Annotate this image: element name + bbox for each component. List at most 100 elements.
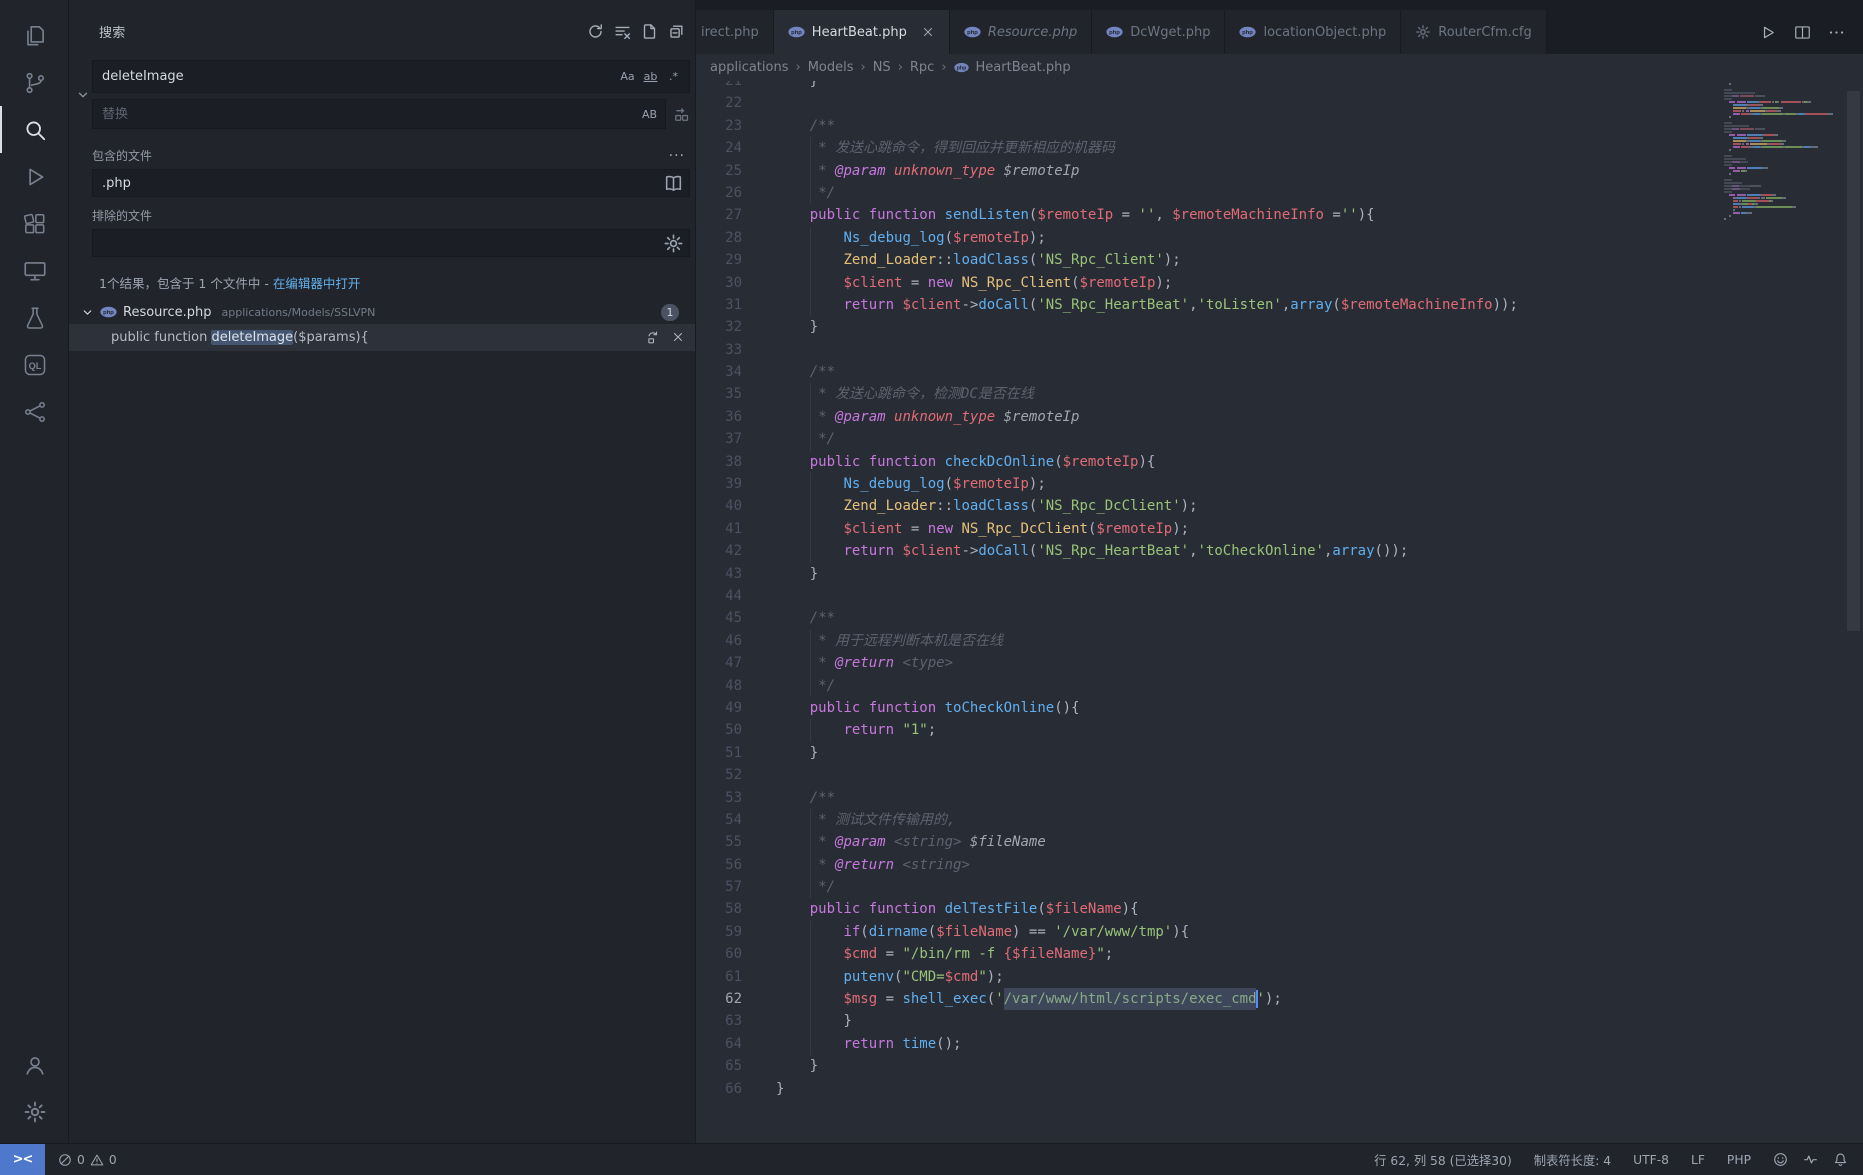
code-line[interactable]: 44 — [696, 585, 1863, 607]
code-line[interactable]: 36 * @param unknown_type $remoteIp — [696, 406, 1863, 428]
activity-bar-item-flow-graph[interactable] — [0, 388, 68, 435]
open-in-editor-link[interactable]: 在编辑器中打开 — [273, 276, 361, 291]
search-open-editors-icon[interactable] — [663, 173, 684, 194]
dismiss-match-icon[interactable] — [671, 330, 685, 344]
code-line[interactable]: 57 */ — [696, 876, 1863, 898]
code-line[interactable]: 63 } — [696, 1010, 1863, 1032]
code-line[interactable]: 24 * 发送心跳命令，得到回应并更新相应的机器码 — [696, 137, 1863, 159]
code-line[interactable]: 45 /** — [696, 607, 1863, 629]
code-line[interactable]: 27 public function sendListen($remoteIp … — [696, 204, 1863, 226]
regex-icon[interactable]: .* — [663, 66, 684, 87]
tab-RouterCfm.cfg[interactable]: RouterCfm.cfg — [1401, 10, 1547, 54]
code-line[interactable]: 32 } — [696, 316, 1863, 338]
breadcrumb-item[interactable]: applications — [710, 60, 788, 75]
code-line[interactable]: 53 /** — [696, 787, 1863, 809]
code-line[interactable]: 50 return "1"; — [696, 719, 1863, 741]
activity-pulse-icon[interactable] — [1803, 1152, 1818, 1167]
activity-bar-item-extensions[interactable] — [0, 200, 68, 247]
code-line[interactable]: 59 if(dirname($fileName) == '/var/www/tm… — [696, 921, 1863, 943]
tab-HeartBeat.php[interactable]: phpHeartBeat.php — [774, 10, 950, 54]
code-line[interactable]: 65 } — [696, 1055, 1863, 1077]
code-line[interactable]: 55 * @param <string> $fileName — [696, 831, 1863, 853]
eol-status[interactable]: LF — [1691, 1153, 1705, 1167]
replace-match-icon[interactable] — [646, 330, 661, 345]
clear-search-results-icon[interactable] — [614, 23, 631, 40]
breadcrumb-item[interactable]: Models — [808, 60, 854, 75]
code-line[interactable]: 37 */ — [696, 428, 1863, 450]
whole-word-icon[interactable]: ab — [640, 66, 661, 87]
breadcrumb-item[interactable]: HeartBeat.php — [976, 60, 1071, 75]
minimap[interactable] — [1724, 83, 1844, 221]
encoding-status[interactable]: UTF-8 — [1633, 1153, 1669, 1167]
breadcrumb-item[interactable]: NS — [873, 60, 891, 75]
collapse-all-icon[interactable] — [668, 23, 685, 40]
new-search-editor-icon[interactable] — [641, 23, 658, 40]
use-exclude-settings-icon[interactable] — [663, 233, 684, 254]
tab-Resource.php[interactable]: phpResource.php — [950, 10, 1092, 54]
code-line[interactable]: 46 * 用于远程判断本机是否在线 — [696, 630, 1863, 652]
preserve-case-icon[interactable]: AB — [639, 104, 660, 125]
code-editor[interactable]: 21 }2223 /**24 * 发送心跳命令，得到回应并更新相应的机器码25 … — [696, 81, 1863, 1143]
code-line[interactable]: 34 /** — [696, 361, 1863, 383]
match-case-icon[interactable]: Aa — [617, 66, 638, 87]
replace-all-icon[interactable] — [673, 106, 690, 123]
activity-bar-item-search[interactable] — [0, 106, 68, 153]
code-line[interactable]: 39 Ns_debug_log($remoteIp); — [696, 473, 1863, 495]
bell-icon[interactable] — [1833, 1152, 1848, 1167]
activity-bar-item-run-debug[interactable] — [0, 153, 68, 200]
code-line[interactable]: 48 */ — [696, 675, 1863, 697]
code-line[interactable]: 22 — [696, 92, 1863, 114]
files-exclude-input[interactable] — [93, 236, 663, 251]
code-line[interactable]: 64 return time(); — [696, 1033, 1863, 1055]
activity-bar-item-ql[interactable]: QL — [0, 341, 68, 388]
activity-bar-item-account[interactable] — [0, 1041, 68, 1088]
code-line[interactable]: 42 return $client->doCall('NS_Rpc_HeartB… — [696, 540, 1863, 562]
vertical-scrollbar[interactable] — [1844, 81, 1863, 1143]
code-line[interactable]: 33 — [696, 339, 1863, 361]
tab-locationObject.php[interactable]: phplocationObject.php — [1225, 10, 1401, 54]
remote-indicator[interactable]: >< — [0, 1144, 45, 1175]
code-line[interactable]: 26 */ — [696, 182, 1863, 204]
code-line[interactable]: 35 * 发送心跳命令，检测DC是否在线 — [696, 383, 1863, 405]
activity-bar-item-remote-explorer[interactable] — [0, 247, 68, 294]
code-line[interactable]: 29 Zend_Loader::loadClass('NS_Rpc_Client… — [696, 249, 1863, 271]
code-line[interactable]: 58 public function delTestFile($fileName… — [696, 898, 1863, 920]
split-editor-icon[interactable] — [1793, 23, 1812, 42]
refresh-icon[interactable] — [587, 23, 604, 40]
code-line[interactable]: 40 Zend_Loader::loadClass('NS_Rpc_DcClie… — [696, 495, 1863, 517]
result-match-row[interactable]: public function deleteImage($params){ — [69, 324, 695, 351]
code-line[interactable]: 60 $cmd = "/bin/rm -f {$fileName}"; — [696, 943, 1863, 965]
code-line[interactable]: 28 Ns_debug_log($remoteIp); — [696, 227, 1863, 249]
code-line[interactable]: 30 $client = new NS_Rpc_Client($remoteIp… — [696, 272, 1863, 294]
breadcrumb-item[interactable]: Rpc — [910, 60, 934, 75]
indent-status[interactable]: 制表符长度: 4 — [1534, 1151, 1611, 1169]
code-line[interactable]: 47 * @return <type> — [696, 652, 1863, 674]
code-line[interactable]: 38 public function checkDcOnline($remote… — [696, 451, 1863, 473]
code-line[interactable]: 51 } — [696, 742, 1863, 764]
close-icon[interactable] — [921, 25, 935, 39]
problems-status[interactable]: 0 0 — [58, 1153, 117, 1167]
activity-bar-item-testing[interactable] — [0, 294, 68, 341]
code-line[interactable]: 43 } — [696, 563, 1863, 585]
activity-bar-item-source-control[interactable] — [0, 59, 68, 106]
more-actions-icon[interactable] — [1827, 23, 1846, 42]
feedback-smiley-icon[interactable] — [1773, 1152, 1788, 1167]
code-line[interactable]: 56 * @return <string> — [696, 854, 1863, 876]
language-status[interactable]: PHP — [1727, 1153, 1751, 1167]
run-icon[interactable] — [1759, 23, 1778, 42]
code-line[interactable]: 62 $msg = shell_exec('/var/www/html/scri… — [696, 988, 1863, 1010]
activity-bar-item-files[interactable] — [0, 12, 68, 59]
result-file-row[interactable]: php Resource.php applications/Models/SSL… — [69, 300, 695, 324]
code-line[interactable]: 66} — [696, 1078, 1863, 1100]
code-line[interactable]: 31 return $client->doCall('NS_Rpc_HeartB… — [696, 294, 1863, 316]
activity-bar-item-settings-gear[interactable] — [0, 1088, 68, 1135]
code-line[interactable]: 25 * @param unknown_type $remoteIp — [696, 160, 1863, 182]
code-line[interactable]: 61 putenv("CMD=$cmd"); — [696, 966, 1863, 988]
code-line[interactable]: 21 } — [696, 81, 1863, 92]
search-input[interactable] — [93, 69, 617, 84]
code-line[interactable]: 23 /** — [696, 115, 1863, 137]
code-line[interactable]: 41 $client = new NS_Rpc_DcClient($remote… — [696, 518, 1863, 540]
cursor-position-status[interactable]: 行 62, 列 58 (已选择30) — [1374, 1151, 1512, 1169]
code-line[interactable]: 54 * 测试文件传输用的, — [696, 809, 1863, 831]
scrollbar-thumb[interactable] — [1847, 91, 1860, 631]
